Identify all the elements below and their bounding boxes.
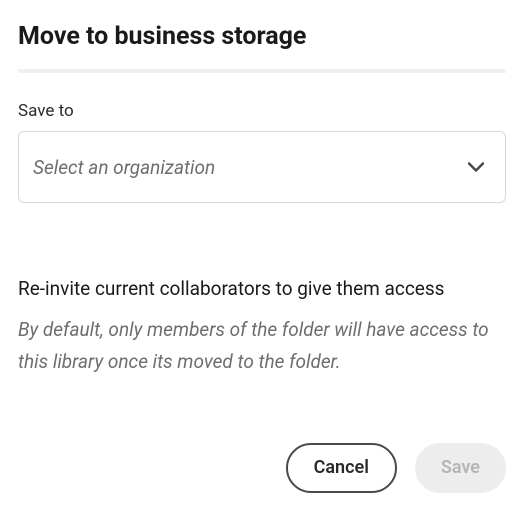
dialog-title: Move to business storage xyxy=(18,22,506,51)
save-button[interactable]: Save xyxy=(415,443,506,493)
reinvite-heading: Re-invite current collaborators to give … xyxy=(18,277,506,300)
divider xyxy=(18,69,506,73)
cancel-button[interactable]: Cancel xyxy=(286,443,397,493)
organization-select[interactable]: Select an organization xyxy=(18,131,506,203)
organization-select-placeholder: Select an organization xyxy=(33,156,215,179)
chevron-down-icon xyxy=(467,158,485,176)
reinvite-description: By default, only members of the folder w… xyxy=(18,314,506,379)
button-row: Cancel Save xyxy=(18,443,506,493)
save-to-label: Save to xyxy=(18,101,506,121)
